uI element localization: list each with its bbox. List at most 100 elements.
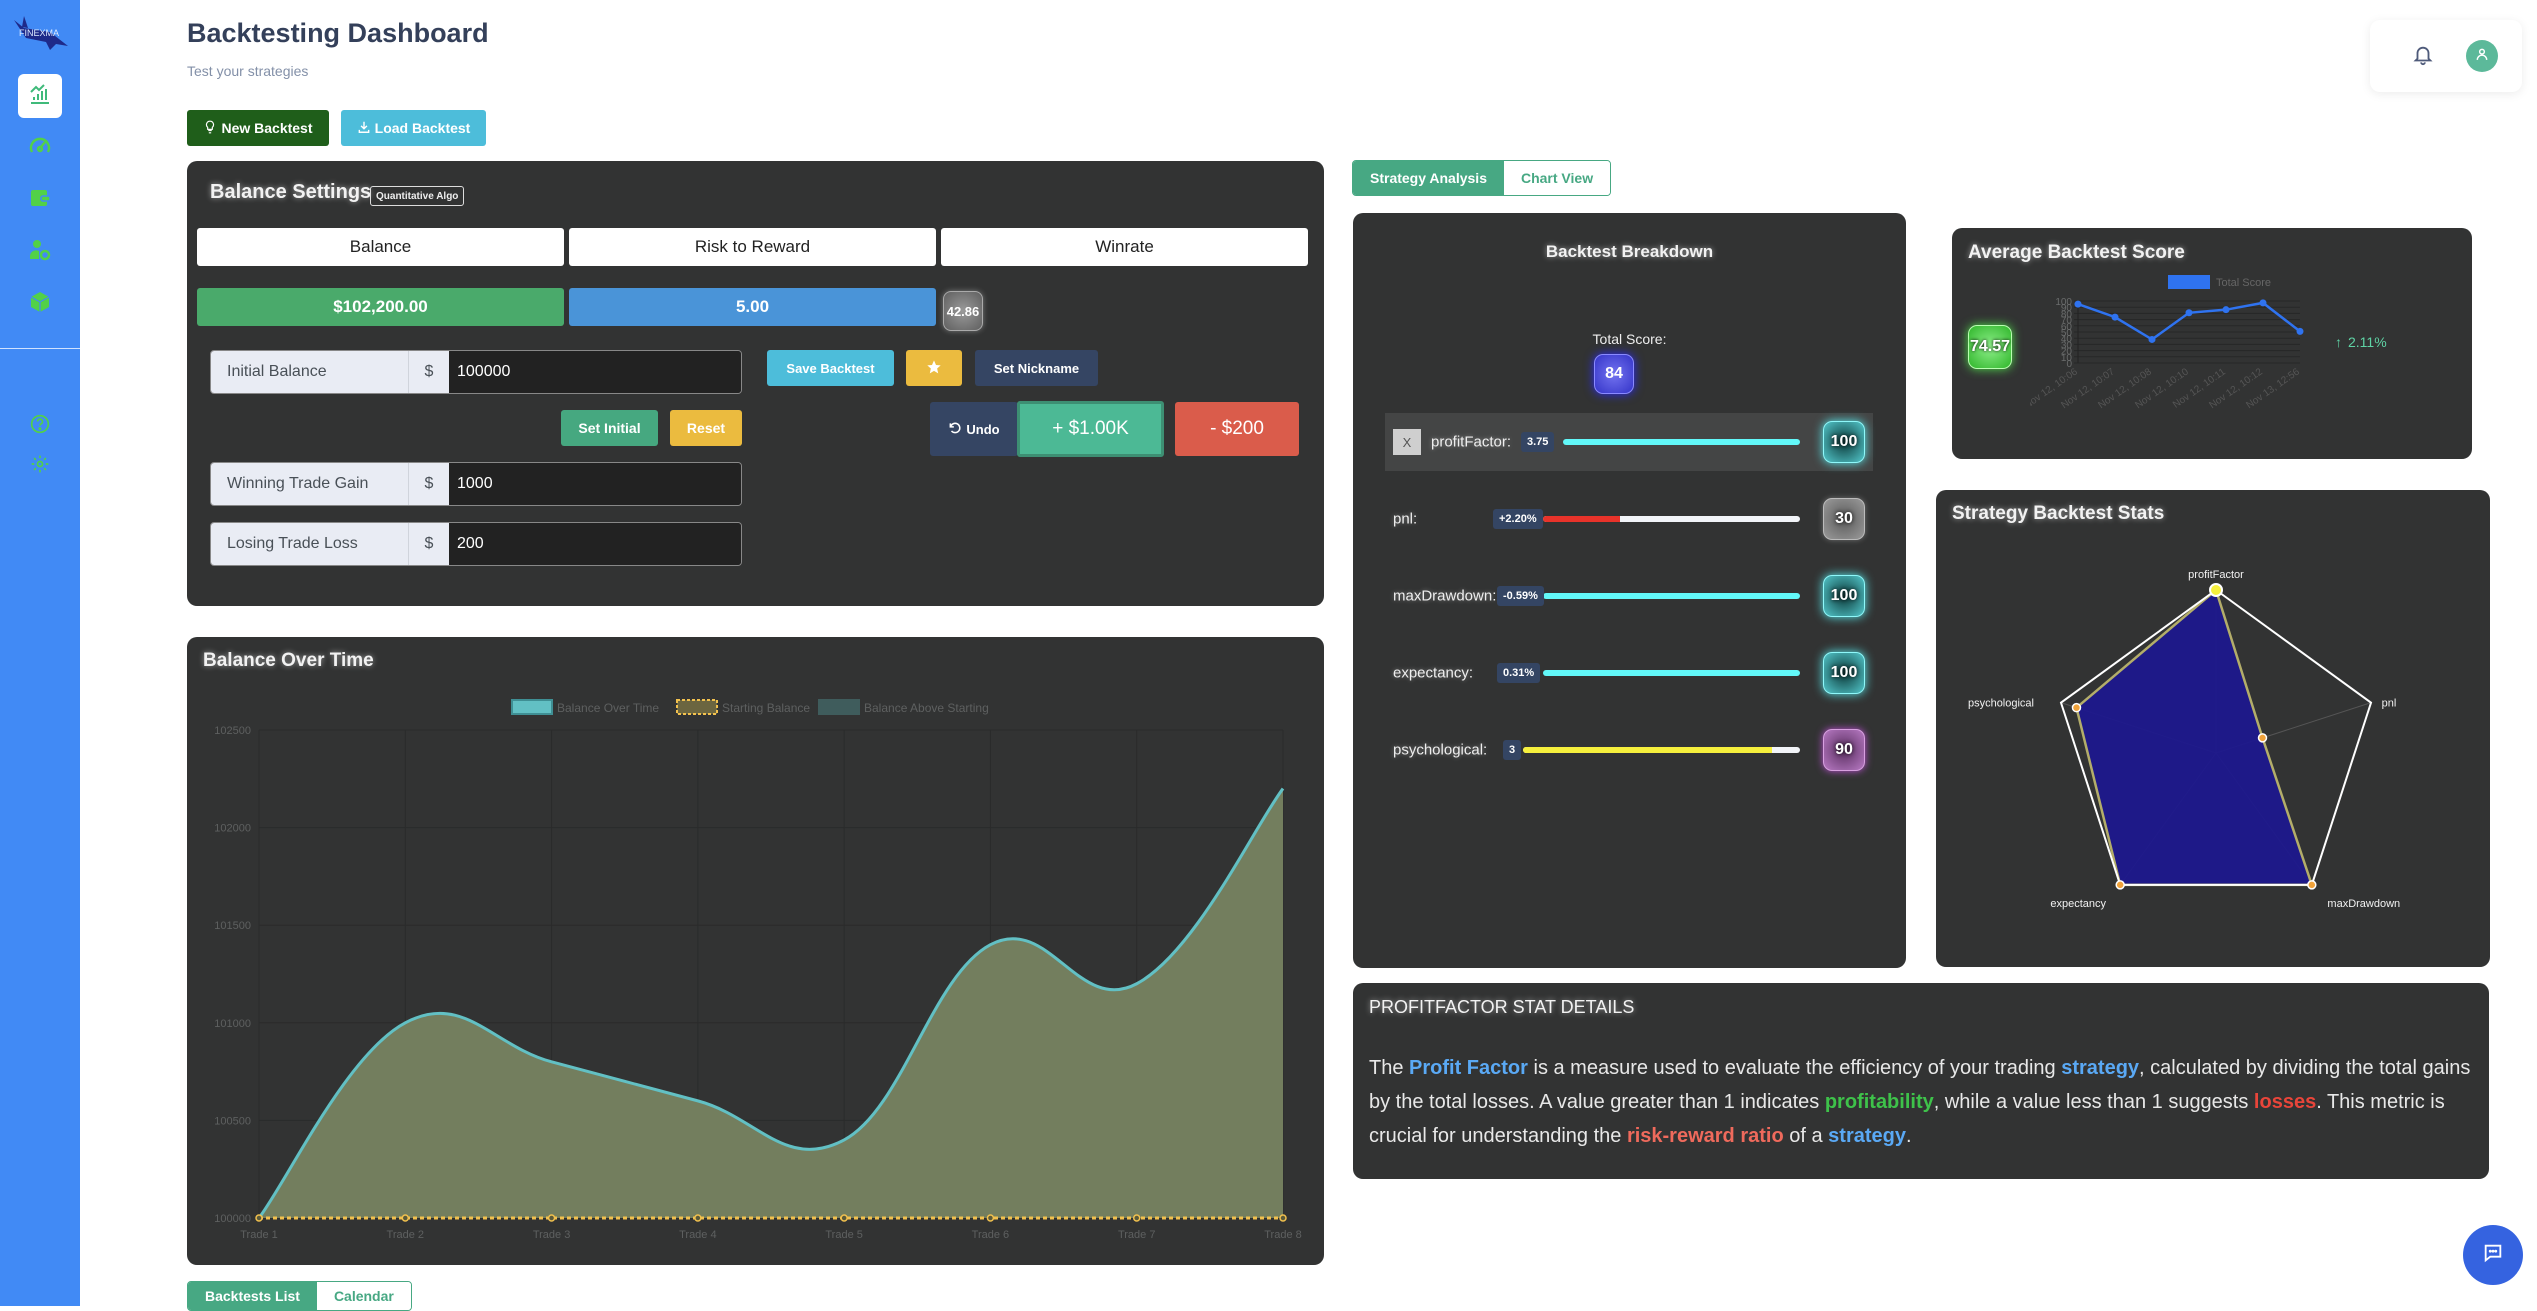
metric-score-badge: 30 bbox=[1823, 498, 1865, 540]
losing-trade-loss-input[interactable] bbox=[449, 523, 741, 565]
text-segment: of a bbox=[1783, 1125, 1829, 1147]
user-toolbar bbox=[2370, 20, 2522, 92]
add-loss-button[interactable]: - $200 bbox=[1175, 402, 1299, 456]
sidebar-item-backtesting[interactable] bbox=[18, 74, 62, 118]
legend-swatch bbox=[511, 699, 553, 715]
metric-value: +2.20% bbox=[1493, 509, 1543, 529]
reset-button[interactable]: Reset bbox=[670, 410, 742, 446]
sidebar-item-products[interactable] bbox=[18, 282, 62, 326]
winning-trade-gain-label: Winning Trade Gain bbox=[211, 463, 409, 505]
score-line bbox=[2077, 301, 2301, 341]
metric-label: profitFactor: bbox=[1431, 433, 1512, 451]
radar-axis-label: pnl bbox=[2382, 698, 2397, 710]
initial-balance-input[interactable] bbox=[449, 351, 741, 393]
sidebar-item-account[interactable] bbox=[18, 230, 62, 274]
score-point bbox=[2148, 335, 2156, 343]
radar-point bbox=[2071, 702, 2082, 713]
undo-button[interactable]: Undo bbox=[930, 402, 1018, 456]
losing-trade-loss-label: Losing Trade Loss bbox=[211, 523, 409, 565]
box-icon bbox=[28, 290, 52, 319]
sidebar-item-wallet[interactable] bbox=[18, 178, 62, 222]
tab-chart-view[interactable]: Chart View bbox=[1503, 161, 1611, 195]
y-tick-label: 100500 bbox=[214, 1115, 251, 1127]
metric-row[interactable]: expectancy: 0.31% 100 bbox=[1385, 644, 1873, 702]
dollar-prefix: $ bbox=[409, 463, 449, 505]
legend-label: Starting Balance bbox=[722, 701, 810, 715]
winrate-header: Winrate bbox=[941, 228, 1308, 266]
metric-score-badge: 90 bbox=[1823, 729, 1865, 771]
text-segment: . bbox=[1905, 1125, 1912, 1147]
load-backtest-button[interactable]: Load Backtest bbox=[341, 110, 486, 146]
speedometer-icon bbox=[28, 134, 52, 163]
metric-label: expectancy: bbox=[1393, 664, 1474, 682]
average-score-badge: 74.57 bbox=[1968, 325, 2012, 369]
set-nickname-button[interactable]: Set Nickname bbox=[975, 350, 1098, 386]
avatar[interactable] bbox=[2466, 40, 2498, 72]
tab-strategy-analysis[interactable]: Strategy Analysis bbox=[1353, 161, 1504, 195]
starting-balance-point bbox=[986, 1214, 995, 1222]
metric-row[interactable]: psychological: 3 90 bbox=[1385, 721, 1873, 779]
sidebar-item-settings[interactable] bbox=[18, 444, 62, 488]
metric-row[interactable]: XprofitFactor: 3.75 100 bbox=[1385, 413, 1873, 471]
x-tick-label: Trade 2 bbox=[387, 1229, 425, 1241]
x-tick-label: Trade 8 bbox=[1264, 1229, 1302, 1241]
metric-score-badge: 100 bbox=[1823, 652, 1865, 694]
score-point bbox=[2111, 313, 2119, 321]
average-score-chart: 0102030405060708090100Nov 12, 10:06Nov 1… bbox=[2030, 275, 2304, 411]
stat-details-text: The Profit Factor is a measure used to e… bbox=[1369, 1051, 2484, 1153]
x-tick-label: Trade 1 bbox=[240, 1229, 278, 1241]
bell-icon[interactable] bbox=[2412, 44, 2434, 71]
new-backtest-button[interactable]: New Backtest bbox=[187, 110, 329, 146]
radar-axis-label: psychological bbox=[1968, 698, 2034, 710]
starting-balance-point bbox=[1132, 1214, 1141, 1222]
legend-label: Total Score bbox=[2216, 277, 2271, 289]
radar-axis-label: profitFactor bbox=[2188, 569, 2244, 581]
metric-row[interactable]: maxDrawdown: -0.59% 100 bbox=[1385, 567, 1873, 625]
chat-button[interactable] bbox=[2463, 1225, 2523, 1285]
score-point bbox=[2259, 299, 2267, 307]
logo-text: FINEXMA bbox=[19, 28, 59, 38]
starting-balance-point bbox=[840, 1214, 848, 1222]
finexma-logo[interactable]: FINEXMA bbox=[10, 14, 72, 52]
balance-chart-title: Balance Over Time bbox=[203, 650, 374, 671]
strategy-badge: Quantitative Algo bbox=[370, 186, 465, 206]
user-gear-icon bbox=[28, 238, 52, 267]
deselect-button[interactable]: X bbox=[1393, 429, 1421, 455]
metric-progress-bar bbox=[1543, 516, 1800, 522]
undo-icon bbox=[948, 421, 962, 438]
metric-progress-fill bbox=[1543, 593, 1800, 599]
metric-progress-bar bbox=[1543, 670, 1800, 676]
winning-trade-gain-input[interactable] bbox=[449, 463, 741, 505]
set-initial-button[interactable]: Set Initial bbox=[561, 410, 658, 446]
legend-label: Balance Over Time bbox=[557, 701, 659, 715]
starting-balance-point bbox=[255, 1214, 263, 1222]
sidebar-item-performance[interactable] bbox=[18, 126, 62, 170]
balance-settings-title: Balance Settings bbox=[210, 181, 372, 203]
page-title: Backtesting Dashboard bbox=[187, 18, 489, 48]
legend-swatch bbox=[818, 699, 860, 715]
balance-value: $102,200.00 bbox=[197, 288, 564, 326]
total-score-badge: 84 bbox=[1594, 354, 1634, 394]
favorite-button[interactable] bbox=[906, 350, 962, 386]
risk-reward-header: Risk to Reward bbox=[569, 228, 936, 266]
metric-row[interactable]: pnl: +2.20% 30 bbox=[1385, 490, 1873, 548]
legend-swatch bbox=[2168, 275, 2210, 289]
score-point bbox=[2074, 300, 2082, 308]
dollar-prefix: $ bbox=[409, 351, 449, 393]
legend-label: Balance Above Starting bbox=[864, 701, 989, 715]
balance-header: Balance bbox=[197, 228, 564, 266]
y-tick-label: 102500 bbox=[214, 725, 251, 737]
highlighted-term: strategy bbox=[1828, 1125, 1906, 1147]
highlighted-term: strategy bbox=[2061, 1057, 2140, 1079]
winning-trade-gain-group: Winning Trade Gain $ bbox=[210, 462, 742, 506]
winrate-value: 42.86 bbox=[943, 291, 983, 331]
y-tick-label: 101500 bbox=[214, 920, 251, 932]
sidebar-item-help[interactable] bbox=[18, 404, 62, 448]
add-win-button[interactable]: + $1.00K bbox=[1017, 401, 1164, 457]
balance-over-time-chart: 100000 100500 101000 101500 102000 102500 Trad… bbox=[214, 699, 1302, 1241]
metric-value: 3.75 bbox=[1521, 432, 1555, 452]
metric-progress-fill bbox=[1543, 670, 1800, 676]
score-point bbox=[2185, 309, 2193, 317]
radar-point bbox=[2115, 880, 2125, 890]
save-backtest-button[interactable]: Save Backtest bbox=[767, 350, 894, 386]
